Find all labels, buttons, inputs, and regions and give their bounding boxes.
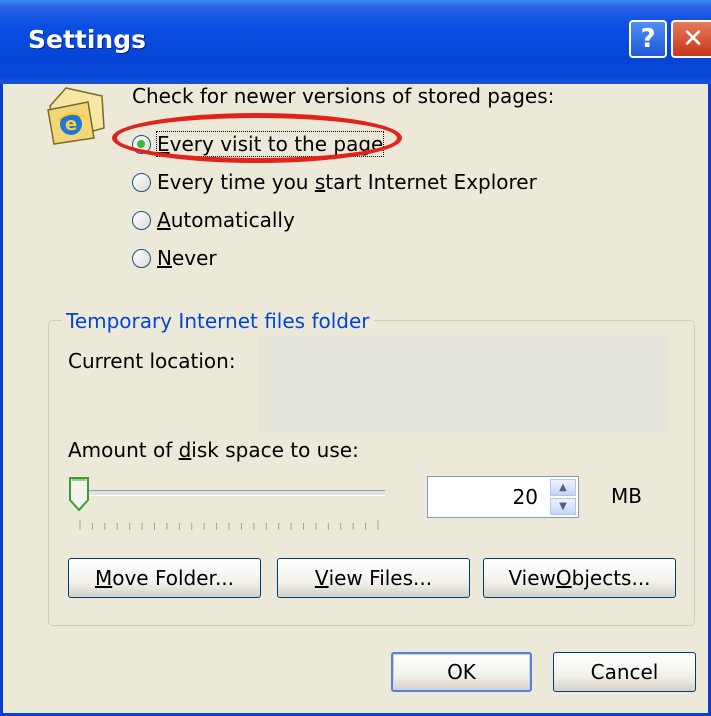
ok-button[interactable]: OK [391, 652, 532, 692]
close-icon: ✕ [682, 24, 704, 54]
cancel-button[interactable]: Cancel [553, 652, 696, 692]
slider-ticks [79, 520, 379, 530]
view-objects-button[interactable]: View Objects... [483, 558, 676, 598]
disk-space-stepper[interactable]: 20 ▲ ▼ [427, 476, 579, 518]
radio-every-start-button[interactable] [132, 172, 151, 192]
spin-up-icon[interactable]: ▲ [550, 479, 576, 496]
view-files-button[interactable]: View Files... [277, 558, 470, 598]
radio-automatically[interactable]: Automatically [132, 207, 295, 233]
radio-automatically-label: Automatically [157, 208, 295, 232]
svg-text:e: e [65, 114, 77, 135]
radio-never-label: Never [157, 246, 217, 270]
move-folder-button[interactable]: Move Folder... [68, 558, 261, 598]
disk-space-label: Amount of disk space to use: [68, 438, 359, 462]
disk-space-slider-track[interactable] [75, 490, 385, 496]
check-newer-label: Check for newer versions of stored pages… [132, 84, 555, 108]
ie-folder-icon: e [47, 87, 105, 145]
disk-space-value: 20 [512, 485, 538, 509]
radio-automatically-button[interactable] [132, 210, 151, 230]
help-button[interactable]: ? [629, 20, 667, 58]
current-location-label: Current location: [68, 349, 236, 373]
spin-down-icon[interactable]: ▼ [550, 498, 576, 515]
dialog-title: Settings [28, 25, 147, 54]
close-button[interactable]: ✕ [671, 20, 711, 58]
radio-every-start[interactable]: Every time you start Internet Explorer [132, 169, 537, 195]
slider-thumb-icon[interactable] [68, 476, 90, 512]
unit-label: MB [611, 484, 642, 508]
radio-never-button[interactable] [132, 248, 151, 268]
title-bar[interactable]: Settings ? ✕ [0, 0, 711, 84]
highlight-annotation [112, 113, 402, 163]
radio-every-start-label: Every time you start Internet Explorer [157, 170, 537, 194]
temp-files-legend: Temporary Internet files folder [62, 309, 374, 333]
radio-never[interactable]: Never [132, 245, 217, 271]
current-location-value [258, 337, 668, 433]
spin-buttons: ▲ ▼ [550, 479, 576, 515]
help-icon: ? [640, 24, 656, 54]
